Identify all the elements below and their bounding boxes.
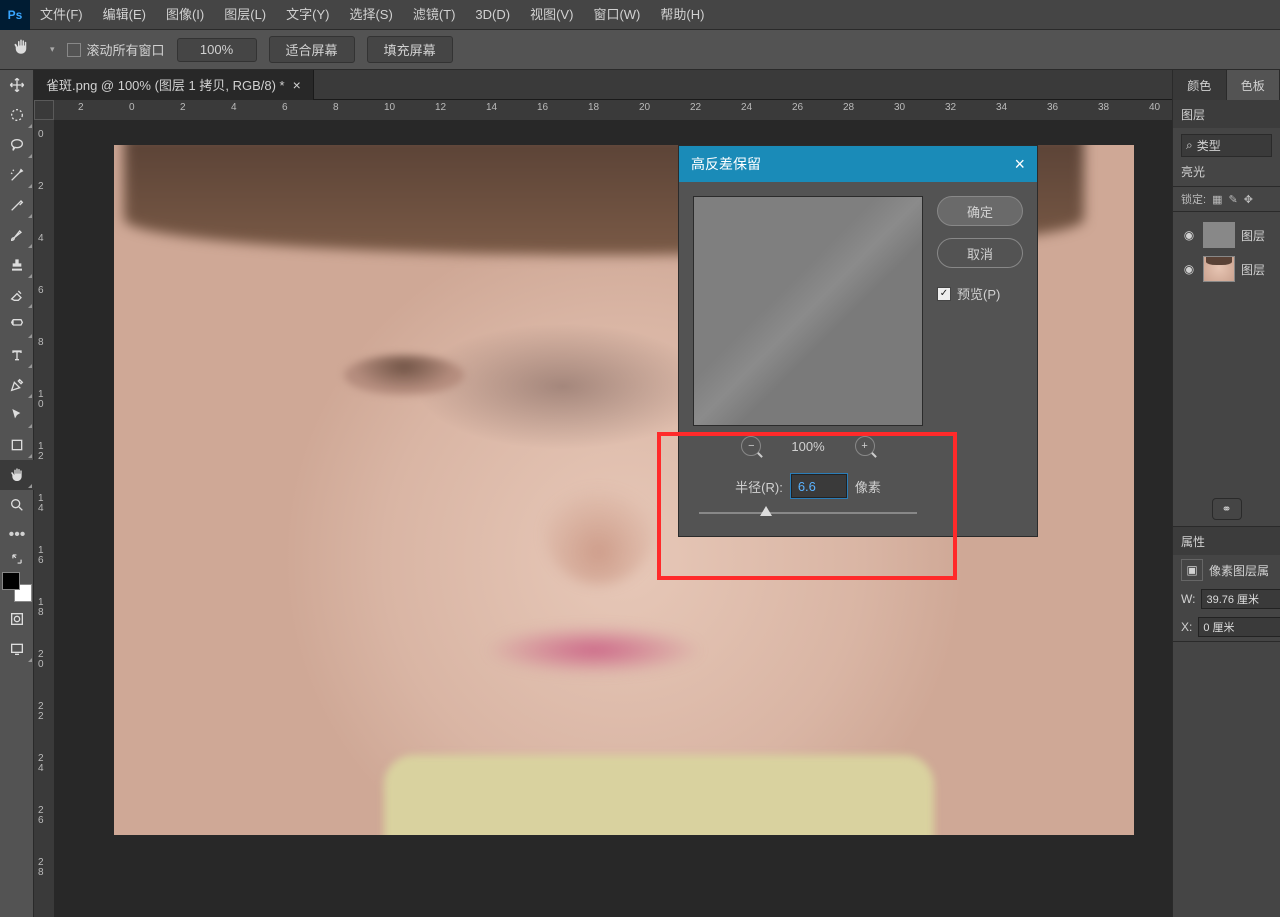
ruler-origin[interactable] [34, 100, 54, 120]
layer-visibility-icon[interactable]: ◉ [1181, 262, 1197, 276]
type-tool[interactable] [0, 340, 34, 370]
document-tab[interactable]: 雀斑.png @ 100% (图层 1 拷贝, RGB/8) * × [34, 70, 314, 100]
image-content [344, 355, 464, 395]
menu-select[interactable]: 选择(S) [339, 0, 402, 30]
eraser-tool[interactable] [0, 280, 34, 310]
checkbox-icon[interactable] [67, 43, 81, 57]
gradient-tool[interactable] [0, 310, 34, 340]
pen-tool[interactable] [0, 370, 34, 400]
tool-preset-dropdown-icon[interactable]: ▾ [50, 44, 55, 55]
lasso-tool[interactable] [0, 130, 34, 160]
document-tab-bar: 雀斑.png @ 100% (图层 1 拷贝, RGB/8) * × [34, 70, 1172, 100]
ok-button[interactable]: 确定 [937, 196, 1023, 226]
vertical-ruler[interactable]: 024681 01 21 41 61 82 02 22 42 62 8 [34, 120, 54, 917]
horizontal-ruler[interactable]: 20246810121416182022242628303234363840 [54, 100, 1172, 120]
fill-screen-button[interactable]: 填充屏幕 [367, 36, 453, 63]
path-selection-tool[interactable] [0, 400, 34, 430]
x-position-field[interactable] [1198, 617, 1280, 637]
image-content [544, 475, 654, 585]
layer-name[interactable]: 图层 [1241, 261, 1265, 278]
right-panels: 颜色 色板 图层 ⌕ 类型 亮光 锁定: ▦ ✎ ✥ ◉ [1172, 70, 1280, 917]
search-icon: ⌕ [1186, 138, 1193, 153]
image-content [484, 625, 704, 675]
document-tab-title: 雀斑.png @ 100% (图层 1 拷贝, RGB/8) * [46, 75, 285, 94]
close-tab-icon[interactable]: × [293, 77, 301, 93]
layer-thumbnail[interactable] [1203, 256, 1235, 282]
eyedropper-tool[interactable] [0, 190, 34, 220]
color-swatches[interactable] [0, 570, 34, 604]
layers-panel-tab[interactable]: 图层 [1173, 100, 1280, 128]
dialog-title: 高反差保留 [691, 154, 761, 174]
tools-panel: ••• [0, 70, 34, 917]
edit-toolbar[interactable]: ••• [0, 520, 34, 550]
color-panel-tab[interactable]: 颜色 [1173, 70, 1227, 100]
foreground-color-swatch[interactable] [2, 572, 20, 590]
blend-mode-dropdown[interactable]: 亮光 [1181, 165, 1205, 179]
swap-colors-icon[interactable] [0, 550, 34, 568]
layer-name[interactable]: 图层 [1241, 227, 1265, 244]
dialog-title-bar[interactable]: 高反差保留 × [679, 146, 1037, 182]
hand-tool[interactable] [0, 460, 34, 490]
preview-checkbox-label: 预览(P) [957, 284, 1000, 303]
app-logo: Ps [0, 0, 30, 30]
filter-preview[interactable] [693, 196, 923, 426]
layer-row-1[interactable]: ◉ 图层 [1181, 218, 1272, 252]
marquee-tool[interactable] [0, 100, 34, 130]
shape-tool[interactable] [0, 430, 34, 460]
properties-type-label: 像素图层属 [1209, 562, 1269, 579]
menu-edit[interactable]: 编辑(E) [93, 0, 156, 30]
width-field[interactable] [1201, 589, 1280, 609]
preview-checkbox[interactable]: ✓ 预览(P) [937, 284, 1023, 303]
width-label: W: [1181, 592, 1195, 606]
zoom-tool[interactable] [0, 490, 34, 520]
pixel-layer-icon: ▣ [1181, 559, 1203, 581]
magic-wand-tool[interactable] [0, 160, 34, 190]
stamp-tool[interactable] [0, 250, 34, 280]
hand-tool-icon[interactable] [8, 38, 34, 61]
layer-filter-field[interactable]: ⌕ 类型 [1181, 134, 1272, 157]
lock-brush-icon[interactable]: ✎ [1228, 193, 1237, 206]
lock-label: 锁定: [1181, 191, 1206, 207]
cancel-button[interactable]: 取消 [937, 238, 1023, 268]
image-content [384, 755, 934, 835]
link-layers-icon[interactable]: ⚭ [1212, 498, 1242, 520]
checkbox-checked-icon[interactable]: ✓ [937, 287, 951, 301]
menu-window[interactable]: 窗口(W) [583, 0, 650, 30]
menu-bar: Ps 文件(F) 编辑(E) 图像(I) 图层(L) 文字(Y) 选择(S) 滤… [0, 0, 1280, 30]
lock-pixels-icon[interactable]: ▦ [1212, 193, 1222, 206]
move-tool[interactable] [0, 70, 34, 100]
menu-layer[interactable]: 图层(L) [214, 0, 276, 30]
swatches-panel-tab[interactable]: 色板 [1227, 70, 1280, 100]
layer-visibility-icon[interactable]: ◉ [1181, 228, 1197, 242]
menu-3d[interactable]: 3D(D) [465, 0, 520, 30]
layer-thumbnail[interactable] [1203, 222, 1235, 248]
layer-filter-placeholder: 类型 [1197, 137, 1221, 154]
options-bar: ▾ 滚动所有窗口 100% 适合屏幕 填充屏幕 [0, 30, 1280, 70]
zoom-level-field[interactable]: 100% [177, 38, 257, 62]
screen-mode-tool[interactable] [0, 634, 34, 664]
lock-position-icon[interactable]: ✥ [1244, 193, 1253, 206]
menu-type[interactable]: 文字(Y) [276, 0, 339, 30]
dialog-close-icon[interactable]: × [1014, 154, 1025, 175]
scroll-all-windows-label: 滚动所有窗口 [87, 40, 165, 59]
fit-screen-button[interactable]: 适合屏幕 [269, 36, 355, 63]
brush-tool[interactable] [0, 220, 34, 250]
properties-panel-tab[interactable]: 属性 [1173, 527, 1280, 555]
menu-view[interactable]: 视图(V) [520, 0, 583, 30]
menu-image[interactable]: 图像(I) [156, 0, 214, 30]
menu-filter[interactable]: 滤镜(T) [403, 0, 466, 30]
annotation-highlight-box [657, 432, 957, 580]
layer-row-2[interactable]: ◉ 图层 [1181, 252, 1272, 286]
x-position-label: X: [1181, 620, 1192, 634]
scroll-all-windows-checkbox[interactable]: 滚动所有窗口 [67, 40, 165, 59]
menu-help[interactable]: 帮助(H) [650, 0, 714, 30]
quick-mask-tool[interactable] [0, 604, 34, 634]
menu-file[interactable]: 文件(F) [30, 0, 93, 30]
